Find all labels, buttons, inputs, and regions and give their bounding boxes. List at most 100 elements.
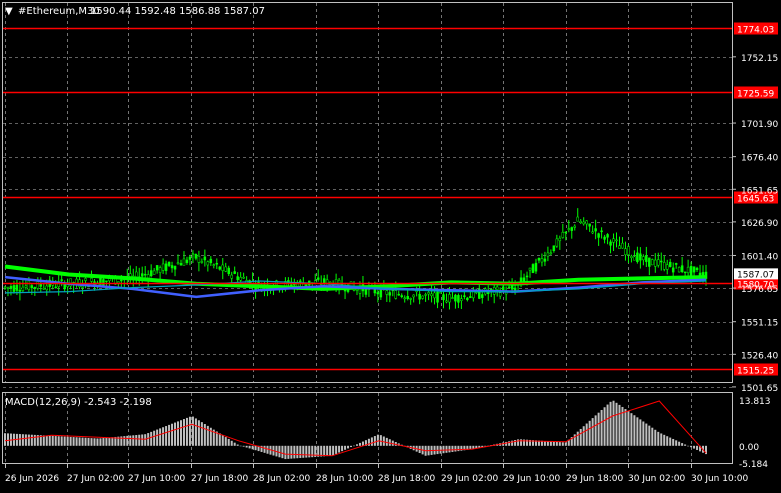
macd-histogram-bar [326,445,329,457]
macd-histogram-bar [454,445,457,452]
macd-histogram-bar [30,434,33,446]
candle-body [549,252,553,255]
candle-body [639,253,642,261]
macd-histogram-bar [696,445,699,450]
macd-histogram-bar [126,435,129,446]
candle-body [469,296,472,299]
candle-body [680,265,684,272]
candle-body [648,257,651,267]
candle-body [179,263,183,266]
candle-body [21,286,25,291]
macd-histogram-bar [561,442,564,446]
candle-body [400,295,403,297]
candle-body [427,292,430,295]
macd-histogram-bar [576,431,579,446]
macd-histogram-bar [293,445,296,459]
candle-body [15,284,19,291]
candle-body [164,263,168,271]
time-tick-label: 28 Jun 18:00 [378,474,435,484]
macd-histogram-bar [376,434,379,446]
trading-chart-window[interactable]: 1774.03 1725.59 1645.63 1580.70 1515.25 ▼ #E… [0,0,781,489]
candle-body [3,286,7,289]
candle-body [660,260,663,263]
macd-histogram-bar [51,435,54,446]
candle-body [668,261,672,267]
candle-body [618,245,621,249]
macd-histogram-bar [329,445,332,456]
macd-histogram-bar [168,424,171,446]
macd-histogram-bar [332,445,335,456]
candle-body [149,270,153,277]
candle-body [299,280,302,283]
chart-canvas[interactable]: 1774.031725.591645.631580.701515.25 ▼ #E… [0,0,781,489]
candle-body [173,265,177,270]
candle-body [81,285,84,288]
macd-histogram-bar [627,411,630,446]
macd-histogram-bar [102,438,105,446]
candle-body [579,221,582,223]
candle-body [686,266,690,274]
candle-body [27,280,31,290]
candle-body [481,294,484,298]
macd-histogram-bar [266,445,269,454]
macd-histogram-bar [606,404,609,446]
time-tick-label: 26 Jun 2026 [5,474,59,484]
price-tick-label: 1701.90 [741,120,778,130]
candle-body [230,274,233,279]
candle-body [588,223,591,227]
macd-histogram-bar [165,426,168,446]
macd-histogram-bar [451,445,454,452]
title-marker-icon[interactable]: ▼ [5,6,13,17]
candle-body [573,225,576,228]
macd-histogram-bar [177,421,180,446]
macd-histogram-bar [564,442,567,446]
candle-body [421,295,424,299]
candle-body [486,292,490,294]
macd-histogram-bar [308,445,311,458]
candle-body [194,253,198,259]
macd-histogram-bar [612,400,615,446]
candle-body [466,297,469,301]
macd-histogram-bar [549,441,552,446]
macd-histogram-bar [675,440,678,446]
macd-histogram-bar [299,445,302,459]
candle-body [227,267,230,275]
macd-histogram-bar [651,427,654,446]
macd-histogram-bar [144,434,147,446]
macd-histogram-bar [153,430,156,446]
macd-histogram-bar [442,445,445,454]
macd-tick-label: -5.184 [739,460,768,470]
candle-body [570,227,574,231]
macd-histogram-bar [588,420,591,446]
macd-histogram-bar [323,445,326,457]
macd-histogram-bar [379,435,382,446]
macd-histogram-bar [96,438,99,446]
macd-histogram-bar [200,422,203,446]
candle-body [397,293,401,296]
macd-histogram-bar [591,418,594,446]
candle-body [236,276,239,281]
candle-body [433,292,436,299]
candle-body [609,241,612,246]
macd-histogram-bar [579,428,582,446]
macd-histogram-bar [347,445,350,449]
candle-body [218,266,222,270]
macd-histogram-bar [251,445,254,450]
macd-histogram-bar [448,445,451,453]
candle-body [689,265,693,276]
candle-body [698,272,702,276]
macd-histogram-bar [72,437,75,446]
macd-histogram-bar [624,409,627,446]
macd-histogram-bar [693,445,696,449]
candle-body [305,284,308,286]
candle-body [603,236,606,240]
macd-histogram-bar [597,412,600,446]
macd-histogram-bar [4,433,6,446]
macd-tick-label: 13.813 [739,397,771,407]
macd-histogram-bar [150,431,153,446]
macd-histogram-bar [81,437,84,446]
candle-body [531,264,535,274]
macd-histogram-bar [594,415,597,446]
macd-histogram-bar [290,445,293,459]
macd-histogram-bar [642,421,645,446]
